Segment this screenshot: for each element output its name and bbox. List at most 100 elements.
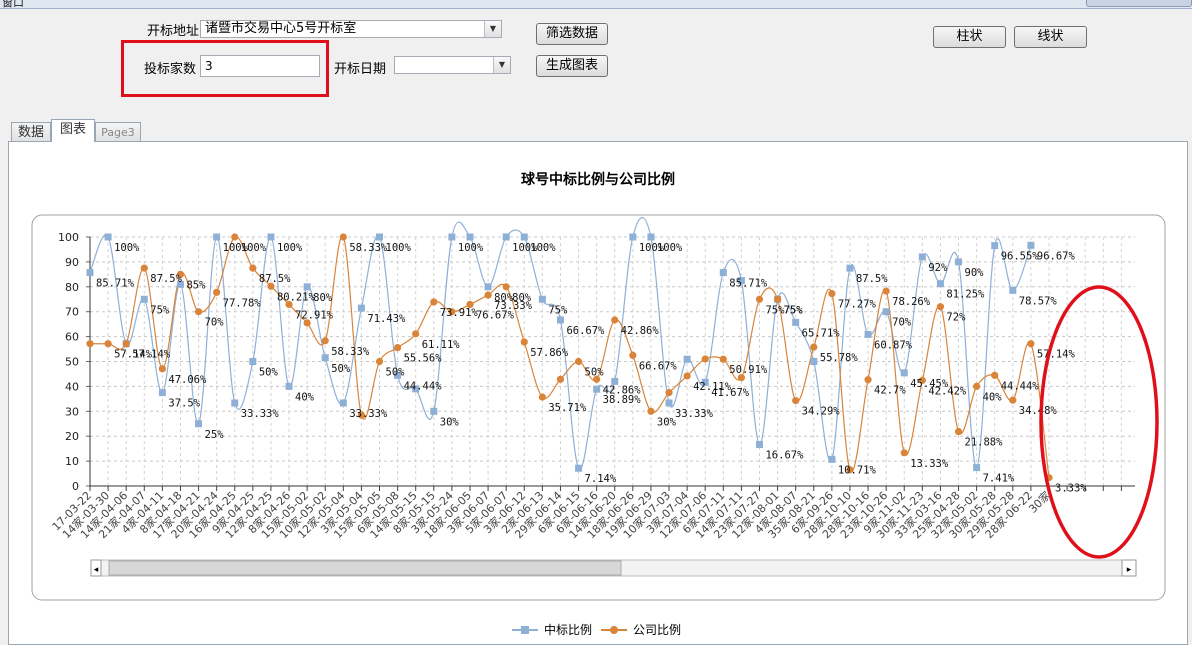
data-point-win [249, 358, 257, 365]
chevron-down-icon[interactable]: ▼ [484, 21, 501, 37]
chevron-down-icon[interactable]: ▼ [493, 57, 510, 73]
data-point-win [86, 269, 94, 277]
date-label: 开标日期 [334, 62, 387, 77]
data-point-win [520, 233, 528, 241]
data-point-win [339, 399, 347, 407]
data-point-win [575, 464, 583, 472]
window-close-button[interactable] [1086, 0, 1192, 7]
tab-chart[interactable]: 图表 [51, 119, 95, 142]
data-label-company: 42.42% [928, 385, 967, 397]
line-chart-button[interactable]: 线状 [1014, 26, 1087, 48]
data-point-win [448, 233, 456, 241]
data-label-company: 73.91% [440, 307, 479, 319]
data-point-company [882, 287, 890, 295]
data-label-company: 75% [784, 304, 804, 316]
data-label-win: 7.14% [585, 473, 617, 485]
data-point-company [773, 295, 782, 303]
data-point-company [412, 330, 420, 338]
data-label-company: 42.86% [621, 325, 660, 337]
data-point-company [140, 264, 148, 272]
data-point-win [647, 233, 655, 241]
data-label-company: 87.5% [259, 273, 291, 285]
data-point-win [1009, 286, 1017, 294]
tab-data[interactable]: 数据 [11, 122, 51, 142]
data-point-company [665, 389, 673, 397]
data-point-win [430, 407, 438, 415]
data-label-company: 80% [512, 292, 532, 304]
data-label-company: 3.33% [1055, 483, 1087, 495]
data-label-company: 75% [765, 304, 785, 316]
filter-button[interactable]: 筛选数据 [536, 23, 608, 45]
data-point-company [213, 288, 221, 296]
bar-chart-button[interactable]: 柱状 [933, 26, 1006, 48]
y-tick-label: 30 [65, 405, 79, 418]
data-point-win [755, 440, 763, 448]
chart-title: 球号中标比例与公司比例 [521, 171, 675, 188]
data-point-company [792, 397, 800, 405]
site-combobox[interactable]: 诸暨市交易中心5号开标室 ▼ [200, 20, 502, 38]
data-label-company: 61.11% [422, 339, 461, 351]
data-point-win [466, 233, 474, 241]
data-label-company: 50% [585, 367, 605, 379]
data-label-win: 25% [205, 429, 225, 441]
data-point-company [991, 371, 999, 379]
data-label-company: 34.48% [1019, 405, 1058, 417]
data-point-company [194, 308, 203, 316]
data-point-company [321, 337, 329, 345]
data-point-company [375, 357, 384, 366]
data-label-win: 92% [928, 262, 948, 274]
data-label-win: 78.57% [1019, 295, 1058, 307]
data-label-company: 50.91% [729, 364, 768, 376]
data-point-company [810, 343, 818, 351]
data-point-company [936, 303, 945, 311]
data-point-company [538, 393, 546, 401]
data-label-win: 70% [892, 317, 912, 329]
data-label-company: 21.88% [965, 437, 1004, 449]
site-value: 诸暨市交易中心5号开标室 [205, 21, 357, 36]
data-point-win [484, 283, 492, 291]
data-label-win: 37.5% [168, 398, 200, 410]
chart-tab-panel: 球号中标比例与公司比例 0 10 20 30 40 50 60 70 80 90 100 17-03… [8, 141, 1188, 645]
data-label-company: 55.56% [404, 353, 443, 365]
data-label-company: 55.78% [820, 352, 859, 364]
data-label-company: 77.27% [838, 299, 877, 311]
data-point-company [828, 289, 836, 298]
y-tick-label: 100 [58, 231, 79, 244]
data-label-win: 96.67% [1037, 250, 1076, 262]
legend-label-company: 公司比例 [633, 623, 681, 637]
data-label-win: 33.33% [241, 408, 280, 420]
data-point-win [267, 233, 275, 241]
data-point-win [719, 269, 727, 277]
legend-label-win: 中标比例 [544, 622, 592, 637]
data-point-company [502, 283, 510, 291]
data-label-win: 85.71% [96, 278, 135, 290]
y-tick-label: 80 [65, 281, 79, 294]
data-point-company [430, 298, 438, 306]
y-tick-label: 20 [65, 430, 79, 443]
tab-page3[interactable]: Page3 [95, 122, 141, 142]
date-combobox[interactable]: ▼ [394, 56, 511, 74]
data-label-company: 100% [241, 242, 267, 254]
data-label-win: 100% [657, 242, 683, 254]
data-label-win: 87.5% [856, 273, 888, 285]
data-label-company: 70% [205, 317, 225, 329]
generate-chart-button[interactable]: 生成图表 [536, 55, 608, 77]
data-point-win [213, 233, 221, 241]
data-label-win: 30% [440, 416, 460, 428]
data-label-company: 80.21% [277, 291, 316, 303]
data-label-win: 90% [965, 267, 985, 279]
data-label-win: 33.33% [675, 408, 714, 420]
data-label-win: 81.25% [946, 289, 985, 301]
data-point-win [303, 283, 311, 291]
data-point-win [629, 233, 637, 241]
data-point-win [900, 369, 908, 377]
data-point-company [556, 375, 565, 383]
data-point-win [973, 464, 981, 472]
data-point-company [611, 316, 619, 324]
data-label-company: 50% [386, 367, 406, 379]
data-label-win: 85.71% [729, 278, 768, 290]
data-label-win: 33.33% [349, 408, 388, 420]
data-point-company [484, 291, 492, 299]
data-point-company [158, 365, 166, 373]
data-point-company [394, 344, 402, 352]
